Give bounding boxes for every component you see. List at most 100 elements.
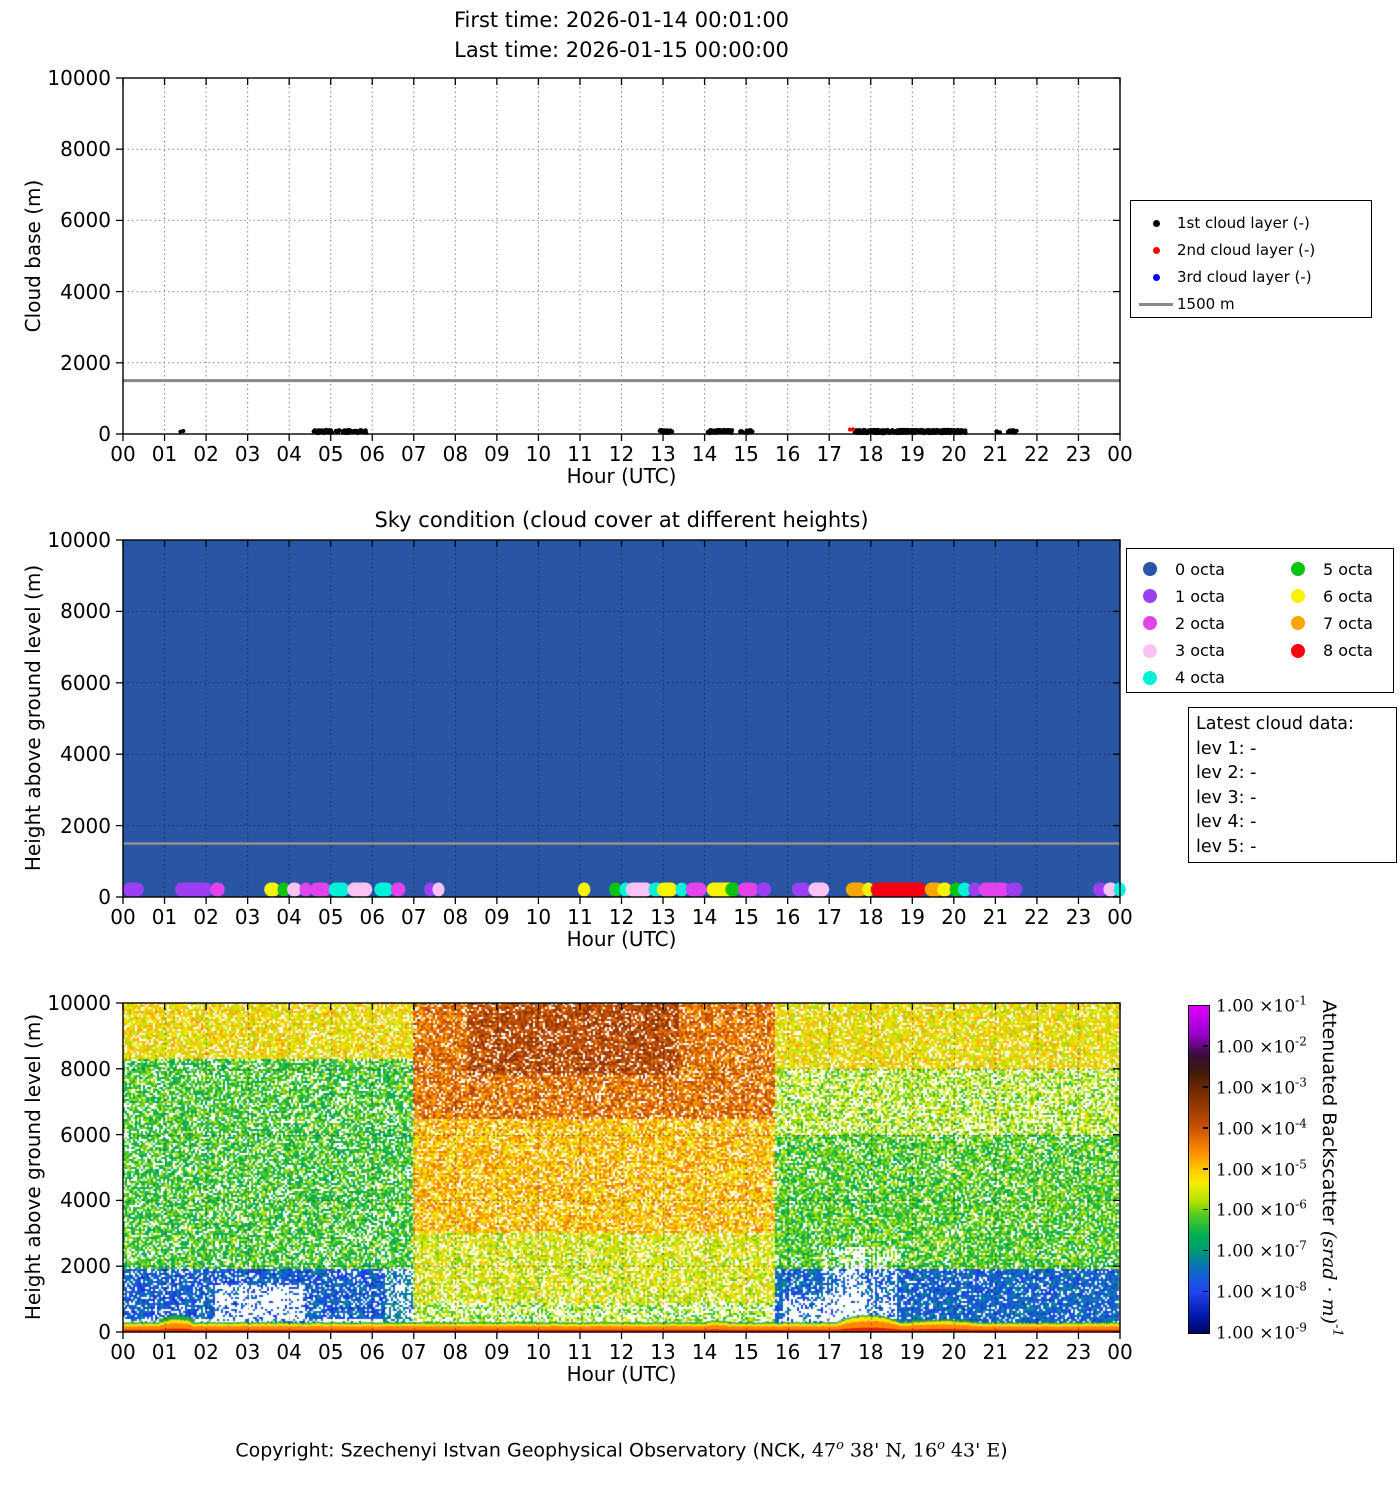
chart2-x-tick-label: 12	[608, 905, 635, 929]
colorbar-tick-label: 1.00 ×10-4	[1216, 1116, 1307, 1139]
octa-legend-item-5: 5 octa	[1291, 556, 1373, 582]
chart3-x-tick-label: 14	[691, 1340, 718, 1364]
copyright-segment: 47	[811, 1439, 837, 1462]
copyright-segment: )	[1000, 1439, 1008, 1462]
octa-legend-item-8: 8 octa	[1291, 638, 1373, 664]
colorbar-units: (srad · m)	[1318, 1230, 1340, 1325]
chart2-y-tick-label: 8000	[60, 599, 111, 624]
colorbar-tick	[1203, 1331, 1208, 1333]
colorbar-exponent: -7	[1295, 1238, 1307, 1253]
chart1-x-tick-label: 11	[567, 442, 593, 466]
ceilometer-daily-figure: First time: 2026-01-14 00:01:00 Last tim…	[0, 0, 1400, 1500]
chart3-x-tick-label: 03	[234, 1340, 261, 1364]
colorbar-mantissa: 1.00 ×10	[1216, 1323, 1296, 1344]
chart2-x-tick-label: 19	[899, 905, 926, 929]
chart1-x-tick-label: 01	[151, 442, 178, 466]
cloud-layer-legend: 1st cloud layer (-) 2nd cloud layer (-) 3r…	[1130, 200, 1372, 318]
colorbar-tick	[1203, 1045, 1208, 1047]
marker	[1152, 219, 1160, 227]
colorbar-tick-label: 1.00 ×10-1	[1216, 994, 1307, 1017]
chart2-x-tick-label: 01	[151, 905, 178, 929]
chart2-x-axis-label: Hour (UTC)	[566, 927, 677, 951]
chart1-x-tick-label: 23	[1065, 442, 1092, 466]
colorbar-mantissa: 1.00 ×10	[1216, 1078, 1296, 1099]
copyright-segment: 16	[912, 1439, 938, 1462]
octa-dot	[1143, 616, 1157, 631]
chart3-x-tick-label: 00	[1107, 1340, 1133, 1364]
chart2-x-tick-label: 13	[650, 905, 676, 929]
octa-label: 7 octa	[1323, 613, 1373, 633]
legend-dot-marker	[1135, 219, 1177, 227]
colorbar-tick-label: 1.00 ×10-9	[1216, 1321, 1307, 1344]
chart2-x-tick-label: 15	[733, 905, 759, 929]
chart2-x-tick-label: 00	[1107, 905, 1133, 929]
colorbar-exponent: -4	[1295, 1116, 1307, 1131]
octa-dot	[1291, 562, 1305, 576]
colorbar-tick-label: 1.00 ×10-7	[1216, 1239, 1307, 1262]
octa-label: 5 octa	[1323, 559, 1373, 579]
cloud-level-line-5: lev 5: -	[1196, 836, 1257, 857]
legend-line-sample	[1135, 302, 1177, 306]
marker	[1152, 273, 1160, 281]
chart1-x-tick-label: 20	[941, 442, 967, 466]
colorbar-tick-label: 1.00 ×10-3	[1216, 1075, 1307, 1098]
chart2-x-tick-label: 14	[691, 905, 718, 929]
chart1-x-tick-label: 05	[317, 442, 344, 466]
chart3-x-tick-label: 00	[110, 1340, 136, 1364]
octa-legend-item-2: 2 octa	[1143, 610, 1225, 636]
chart1-x-tick-label: 21	[982, 442, 1009, 466]
octa-dot	[1143, 643, 1157, 658]
colorbar-title-text: Attenuated Backscatter	[1318, 1000, 1340, 1231]
chart3-x-tick-label: 05	[317, 1340, 344, 1364]
copyright-segment: Copyright: Szechenyi Istvan Geophysical …	[235, 1439, 812, 1462]
chart3-y-tick-label: 10000	[47, 991, 111, 1015]
octa-dot	[1143, 589, 1157, 604]
chart2-x-tick-label: 07	[401, 905, 427, 929]
colorbar-exponent: -3	[1295, 1075, 1307, 1090]
octa-legend-item-6: 6 octa	[1291, 583, 1373, 609]
legend-item-4: 1500 m	[1135, 292, 1235, 316]
colorbar-tick	[1203, 1290, 1208, 1293]
chart3-x-tick-label: 08	[442, 1340, 469, 1364]
colorbar-tick-label: 1.00 ×10-8	[1216, 1280, 1307, 1303]
chart2-x-tick-label: 10	[525, 905, 552, 929]
octa-dot	[1143, 562, 1157, 576]
chart3-x-tick-label: 16	[774, 1340, 801, 1364]
chart2-x-tick-label: 18	[858, 905, 884, 929]
chart3-x-tick-label: 06	[359, 1340, 385, 1364]
colorbar-tick	[1203, 1208, 1208, 1211]
chart3-y-tick-label: 4000	[60, 1188, 111, 1213]
chart3-x-tick-label: 02	[193, 1340, 219, 1364]
colorbar-mantissa: 1.00 ×10	[1216, 1282, 1296, 1303]
chart2-y-tick-label: 2000	[60, 813, 111, 838]
chart1-y-tick-label: 6000	[60, 208, 111, 233]
octa-label: 0 octa	[1175, 559, 1225, 579]
chart2-x-tick-label: 08	[442, 905, 469, 929]
colorbar-mantissa: 1.00 ×10	[1216, 996, 1296, 1017]
colorbar-exponent: -8	[1295, 1279, 1307, 1294]
chart1-y-tick-label: 8000	[60, 137, 111, 162]
octa-label: 1 octa	[1175, 586, 1225, 606]
chart3-x-tick-label: 10	[525, 1340, 552, 1364]
chart1-x-tick-label: 17	[816, 442, 842, 466]
chart3-x-tick-label: 01	[151, 1340, 178, 1364]
cloud-level-line-4: lev 4: -	[1196, 812, 1257, 832]
chart1-x-tick-label: 06	[359, 442, 385, 466]
chart1-x-tick-label: 19	[899, 442, 926, 466]
chart1-x-axis-label: Hour (UTC)	[566, 464, 677, 488]
copyright-segment: o	[937, 1438, 945, 1453]
marker	[1139, 302, 1173, 306]
chart3-x-tick-label: 07	[401, 1340, 427, 1364]
chart3-x-tick-label: 21	[982, 1340, 1009, 1364]
chart3-x-tick-label: 15	[733, 1340, 759, 1364]
colorbar-mantissa: 1.00 ×10	[1216, 1241, 1296, 1262]
chart1-x-tick-label: 22	[1024, 442, 1050, 466]
colorbar-tick-label: 1.00 ×10-5	[1216, 1157, 1307, 1180]
chart1-x-tick-label: 07	[401, 442, 427, 466]
chart2-y-tick-label: 10000	[47, 528, 111, 552]
chart3-y-tick-label: 6000	[60, 1122, 111, 1147]
cloud-level-line-3: lev 3: -	[1196, 787, 1257, 808]
octa-legend-item-1: 1 octa	[1143, 583, 1225, 609]
latest-cloud-data-box: Latest cloud data: lev 1: - lev 2: - lev 3…	[1188, 707, 1397, 863]
chart2-y-axis-label: Height above ground level (m)	[21, 564, 45, 872]
